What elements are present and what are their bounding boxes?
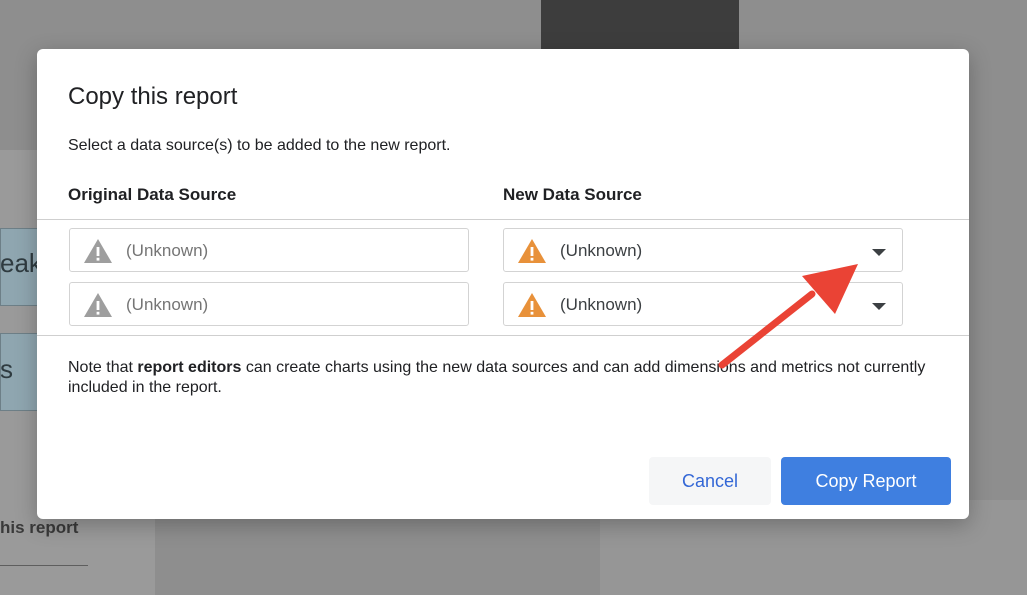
copy-report-dialog: Copy this report Select a data source(s)… [37, 49, 969, 519]
background-card-text: eak [0, 248, 42, 278]
table-divider-bottom [37, 335, 969, 336]
new-source-label: (Unknown) [560, 241, 643, 260]
dialog-title: Copy this report [68, 83, 238, 110]
copy-report-button[interactable]: Copy Report [781, 457, 951, 505]
cancel-button[interactable]: Cancel [649, 457, 771, 505]
original-source-label: (Unknown) [126, 241, 209, 260]
chevron-down-icon[interactable] [872, 303, 886, 310]
warning-triangle-icon [84, 293, 112, 317]
background-card-text: s [0, 354, 13, 384]
page: eak s his report Copy this report Select… [0, 0, 1027, 595]
new-source-dropdown[interactable]: (Unknown) [503, 228, 903, 272]
new-source-header: New Data Source [503, 185, 642, 204]
background-divider [0, 565, 88, 566]
warning-triangle-icon [518, 293, 546, 317]
background-chart-frame [541, 0, 739, 52]
original-source-field: (Unknown) [69, 228, 469, 272]
dialog-note: Note that report editors can create char… [68, 358, 938, 398]
warning-triangle-icon [518, 239, 546, 263]
note-prefix: Note that [68, 359, 138, 376]
original-source-label: (Unknown) [126, 295, 209, 314]
original-source-field: (Unknown) [69, 282, 469, 326]
note-emphasis: report editors [137, 359, 242, 376]
background-report-label: his report [0, 518, 79, 537]
new-source-label: (Unknown) [560, 295, 643, 314]
table-divider-top [37, 219, 969, 220]
warning-triangle-icon [84, 239, 112, 263]
chevron-down-icon[interactable] [872, 249, 886, 256]
new-source-dropdown[interactable]: (Unknown) [503, 282, 903, 326]
dialog-description: Select a data source(s) to be added to t… [68, 137, 451, 154]
original-source-header: Original Data Source [68, 185, 237, 204]
